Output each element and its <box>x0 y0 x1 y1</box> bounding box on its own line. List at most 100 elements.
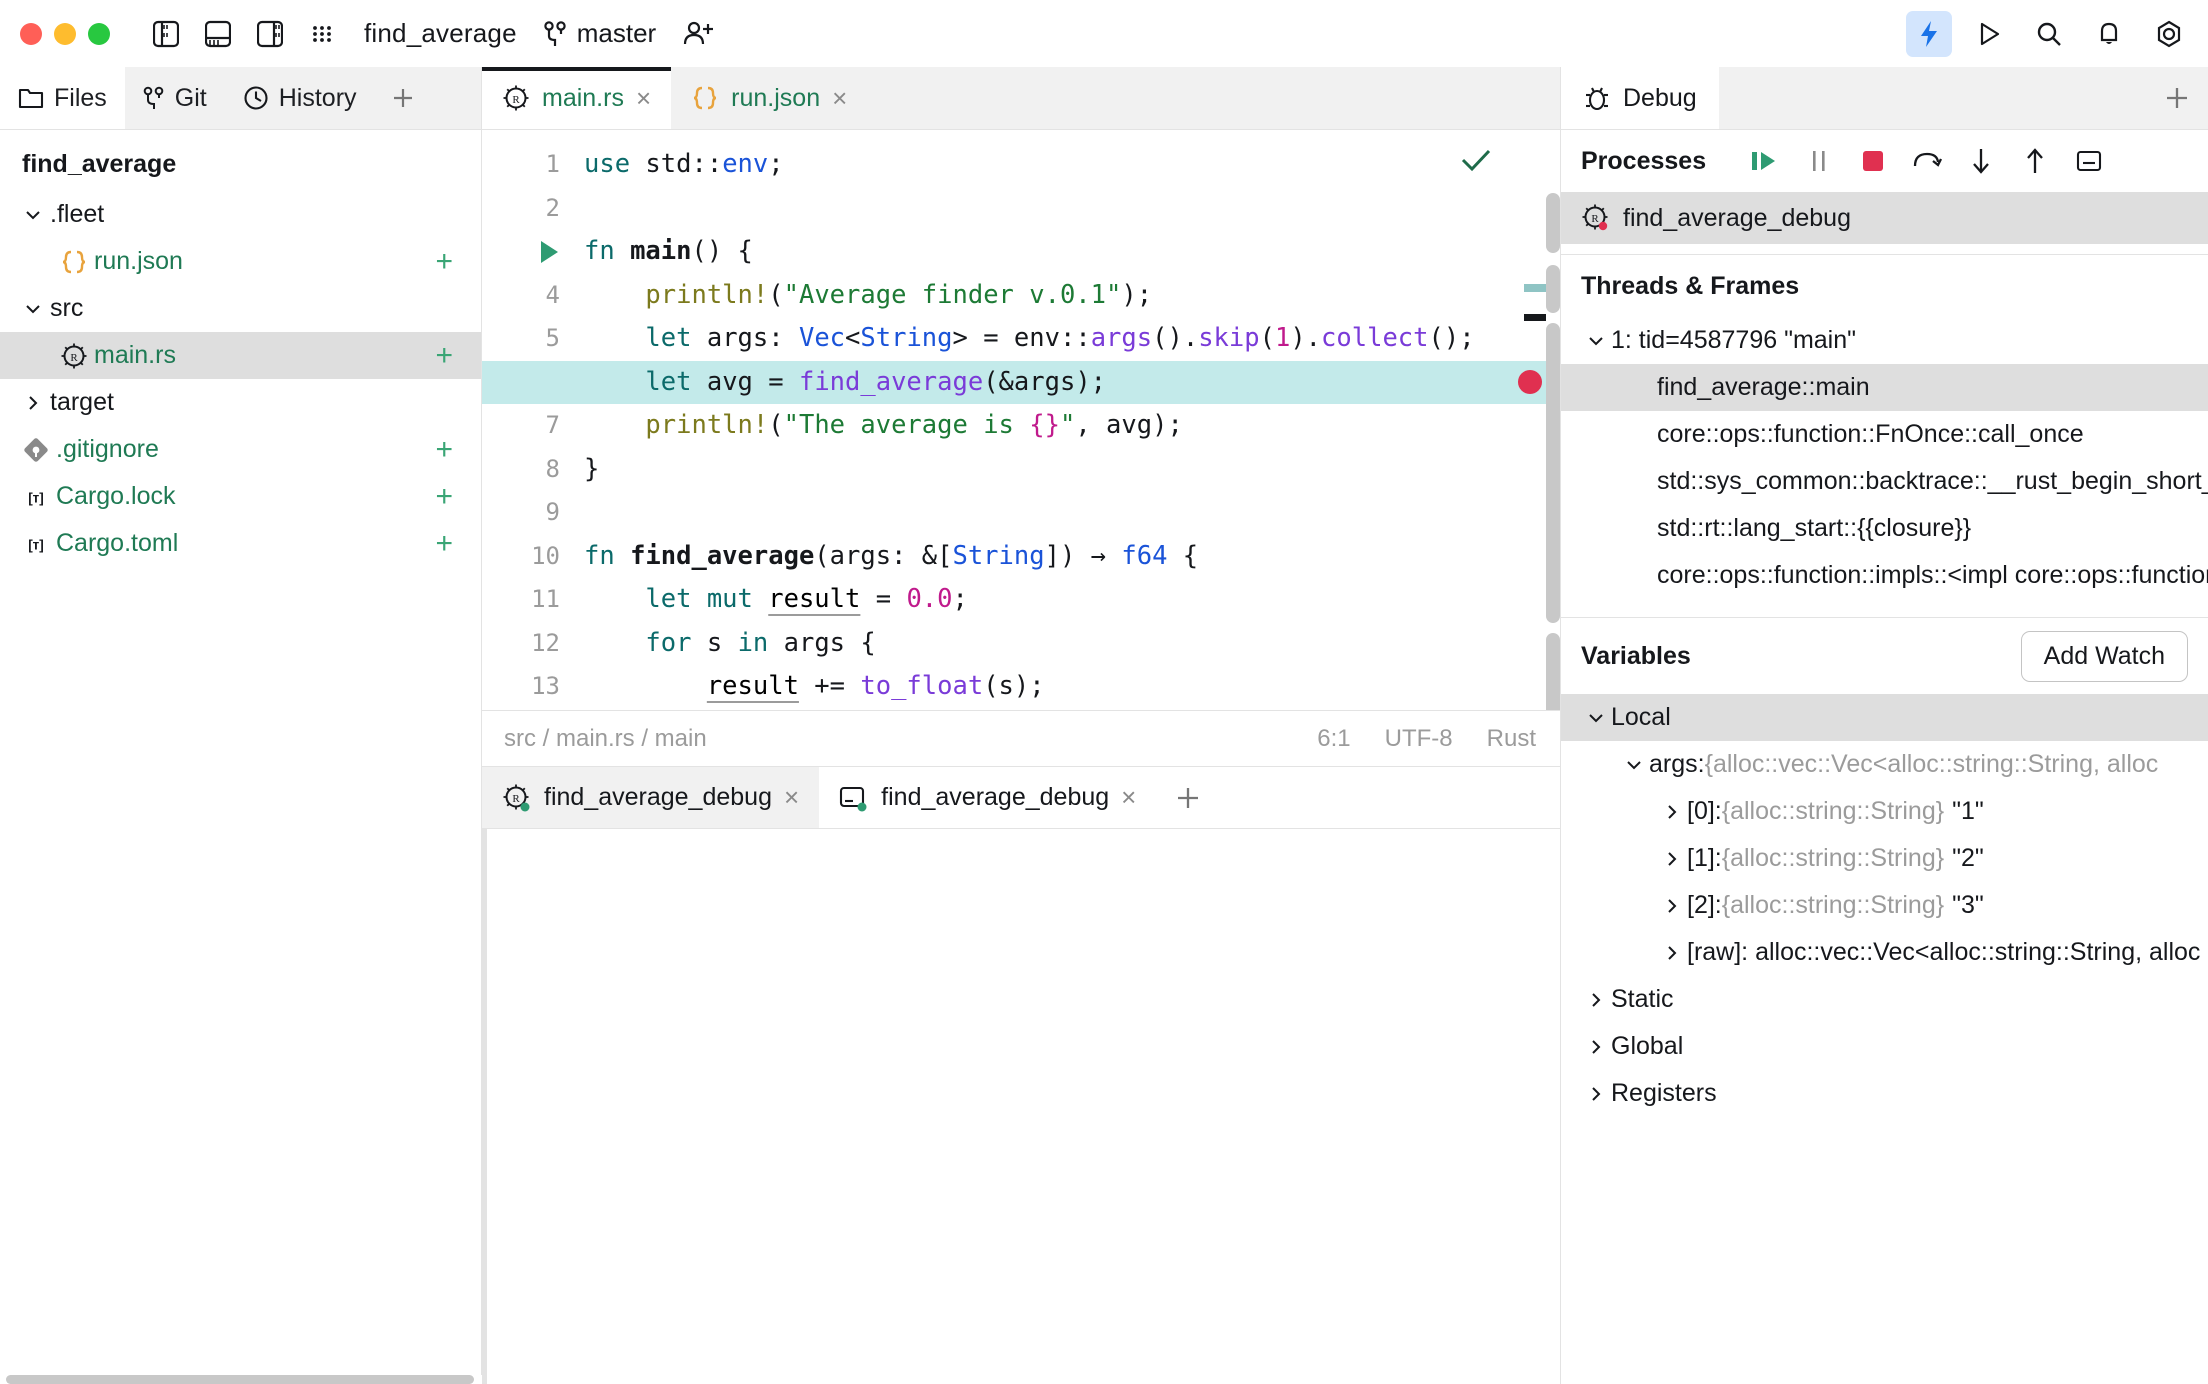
bottom-panel-content[interactable] <box>482 829 1560 1384</box>
file-tree-item-run-json[interactable]: run.json + <box>0 238 481 285</box>
bottom-tab-debug-console[interactable]: find_average_debug × <box>819 767 1156 828</box>
step-over-icon[interactable] <box>1908 142 1946 180</box>
add-watch-button[interactable]: Add Watch <box>2021 631 2188 682</box>
sidebar-tab-files[interactable]: Files <box>0 67 125 129</box>
caret-position[interactable]: 6:1 <box>1317 725 1350 753</box>
frame-row[interactable]: core::ops::function::impls::<impl core::… <box>1561 552 2208 599</box>
frame-row[interactable]: std::rt::lang_start::{{closure}} <box>1561 505 2208 552</box>
sidebar-horizontal-scrollbar[interactable] <box>0 1375 482 1384</box>
frame-row-selected[interactable]: find_average::main <box>1561 364 2208 411</box>
run-icon[interactable] <box>1966 11 2012 57</box>
file-tree-item-cargo-toml[interactable]: [т] Cargo.toml + <box>0 520 481 567</box>
chevron-right-icon[interactable] <box>1657 896 1687 916</box>
chevron-right-icon[interactable] <box>1657 849 1687 869</box>
maximize-window-button[interactable] <box>88 23 110 45</box>
svg-text:[т]: [т] <box>28 537 44 552</box>
editor-tab-run-json[interactable]: run.json × <box>671 67 867 129</box>
chevron-right-icon[interactable] <box>18 393 48 413</box>
sidebar-tab-git[interactable]: Git <box>125 67 225 129</box>
scrollbar-marker-highlight <box>1524 284 1546 292</box>
chevron-right-icon[interactable] <box>1657 943 1687 963</box>
chevron-right-icon[interactable] <box>1581 1084 1611 1104</box>
file-tree-item-src[interactable]: src <box>0 285 481 332</box>
add-file-button[interactable]: + <box>435 529 453 559</box>
console-toggle-icon[interactable] <box>2070 142 2108 180</box>
chevron-right-icon[interactable] <box>1581 990 1611 1010</box>
debug-tab[interactable]: Debug <box>1561 67 1719 129</box>
variable-row-index-0[interactable]: [0]: {alloc::string::String} "1" <box>1561 788 2208 835</box>
bottom-tab-debug-process[interactable]: R find_average_debug × <box>482 767 819 828</box>
chevron-right-icon[interactable] <box>1657 802 1687 822</box>
search-icon[interactable] <box>2026 11 2072 57</box>
project-name[interactable]: find_average <box>364 18 517 49</box>
right-panel-icon[interactable] <box>248 12 292 56</box>
breadcrumb[interactable]: src / main.rs / main <box>504 725 707 753</box>
variable-row-args[interactable]: args: {alloc::vec::Vec<alloc::string::St… <box>1561 741 2208 788</box>
chevron-down-icon[interactable] <box>1619 755 1649 775</box>
process-item-find-average-debug[interactable]: R find_average_debug <box>1561 192 2208 244</box>
left-panel-icon[interactable] <box>144 12 188 56</box>
file-language[interactable]: Rust <box>1487 725 1536 753</box>
frame-label: core::ops::function::FnOnce::call_once <box>1657 420 2084 449</box>
resume-icon[interactable] <box>1746 142 1784 180</box>
editor-status-bar: src / main.rs / main 6:1 UTF-8 Rust <box>482 710 1560 766</box>
gear-icon[interactable] <box>2146 11 2192 57</box>
file-tree-item-target[interactable]: target <box>0 379 481 426</box>
step-into-icon[interactable] <box>1962 142 2000 180</box>
code-text: let args: Vec<String> = env::args().skip… <box>580 317 1475 361</box>
close-icon[interactable]: × <box>636 85 651 111</box>
stop-icon[interactable] <box>1854 142 1892 180</box>
minimize-window-button[interactable] <box>54 23 76 45</box>
editor-tab-main-rs[interactable]: R main.rs × <box>482 67 671 129</box>
bell-icon[interactable] <box>2086 11 2132 57</box>
bottom-panel-icon[interactable] <box>196 12 240 56</box>
project-root-label[interactable]: find_average <box>0 130 481 191</box>
svg-text:[т]: [т] <box>28 490 44 505</box>
chevron-down-icon[interactable] <box>1581 708 1611 728</box>
branch-selector[interactable]: master <box>543 18 656 49</box>
add-debug-tab-button[interactable] <box>2146 67 2208 129</box>
step-out-icon[interactable] <box>2016 142 2054 180</box>
variable-scope-global[interactable]: Global <box>1561 1023 2208 1070</box>
frame-row[interactable]: std::sys_common::backtrace::__rust_begin… <box>1561 458 2208 505</box>
add-user-icon[interactable] <box>682 19 716 49</box>
variable-type: {alloc::string::String} <box>1722 891 1944 920</box>
add-file-button[interactable]: + <box>435 482 453 512</box>
add-bottom-tab-button[interactable] <box>1156 767 1220 828</box>
file-tree-item-main-rs[interactable]: R main.rs + <box>0 332 481 379</box>
frame-row[interactable]: core::ops::function::FnOnce::call_once <box>1561 411 2208 458</box>
file-tree-item-cargo-lock[interactable]: [т] Cargo.lock + <box>0 473 481 520</box>
chevron-right-icon[interactable] <box>1581 1037 1611 1057</box>
file-tree-item-gitignore[interactable]: .gitignore + <box>0 426 481 473</box>
lightning-icon[interactable] <box>1906 11 1952 57</box>
svg-text:R: R <box>512 793 520 805</box>
variable-scope-registers[interactable]: Registers <box>1561 1070 2208 1117</box>
file-tree-item-fleet[interactable]: .fleet <box>0 191 481 238</box>
variable-row-raw[interactable]: [raw]: alloc::vec::Vec<alloc::string::St… <box>1561 929 2208 976</box>
add-file-button[interactable]: + <box>435 247 453 277</box>
chevron-down-icon[interactable] <box>18 205 48 225</box>
close-icon[interactable]: × <box>832 85 847 111</box>
add-file-button[interactable]: + <box>435 341 453 371</box>
grid-menu-icon[interactable] <box>300 12 344 56</box>
add-sidebar-tab-button[interactable] <box>375 67 431 129</box>
variable-scope-local[interactable]: Local <box>1561 694 2208 741</box>
chevron-down-icon[interactable] <box>1581 331 1611 351</box>
file-encoding[interactable]: UTF-8 <box>1385 725 1453 753</box>
thread-row[interactable]: 1: tid=4587796 "main" <box>1561 317 2208 364</box>
code-editor[interactable]: 1use std::env; 2 fn main() { 4 println!(… <box>482 130 1560 710</box>
variable-row-index-2[interactable]: [2]: {alloc::string::String} "3" <box>1561 882 2208 929</box>
variable-scope-static[interactable]: Static <box>1561 976 2208 1023</box>
frame-label: std::rt::lang_start::{{closure}} <box>1657 514 1971 543</box>
sidebar-tab-history[interactable]: History <box>225 67 375 129</box>
editor-vertical-scrollbar[interactable] <box>1546 193 1560 710</box>
close-icon[interactable]: × <box>784 782 799 813</box>
code-text: for s in args { <box>580 622 876 666</box>
close-icon[interactable]: × <box>1121 782 1136 813</box>
close-window-button[interactable] <box>20 23 42 45</box>
bottom-panel: R find_average_debug × find_average_debu… <box>482 766 1560 1384</box>
add-file-button[interactable]: + <box>435 435 453 465</box>
chevron-down-icon[interactable] <box>18 299 48 319</box>
variable-row-index-1[interactable]: [1]: {alloc::string::String} "2" <box>1561 835 2208 882</box>
pause-icon[interactable] <box>1800 142 1838 180</box>
